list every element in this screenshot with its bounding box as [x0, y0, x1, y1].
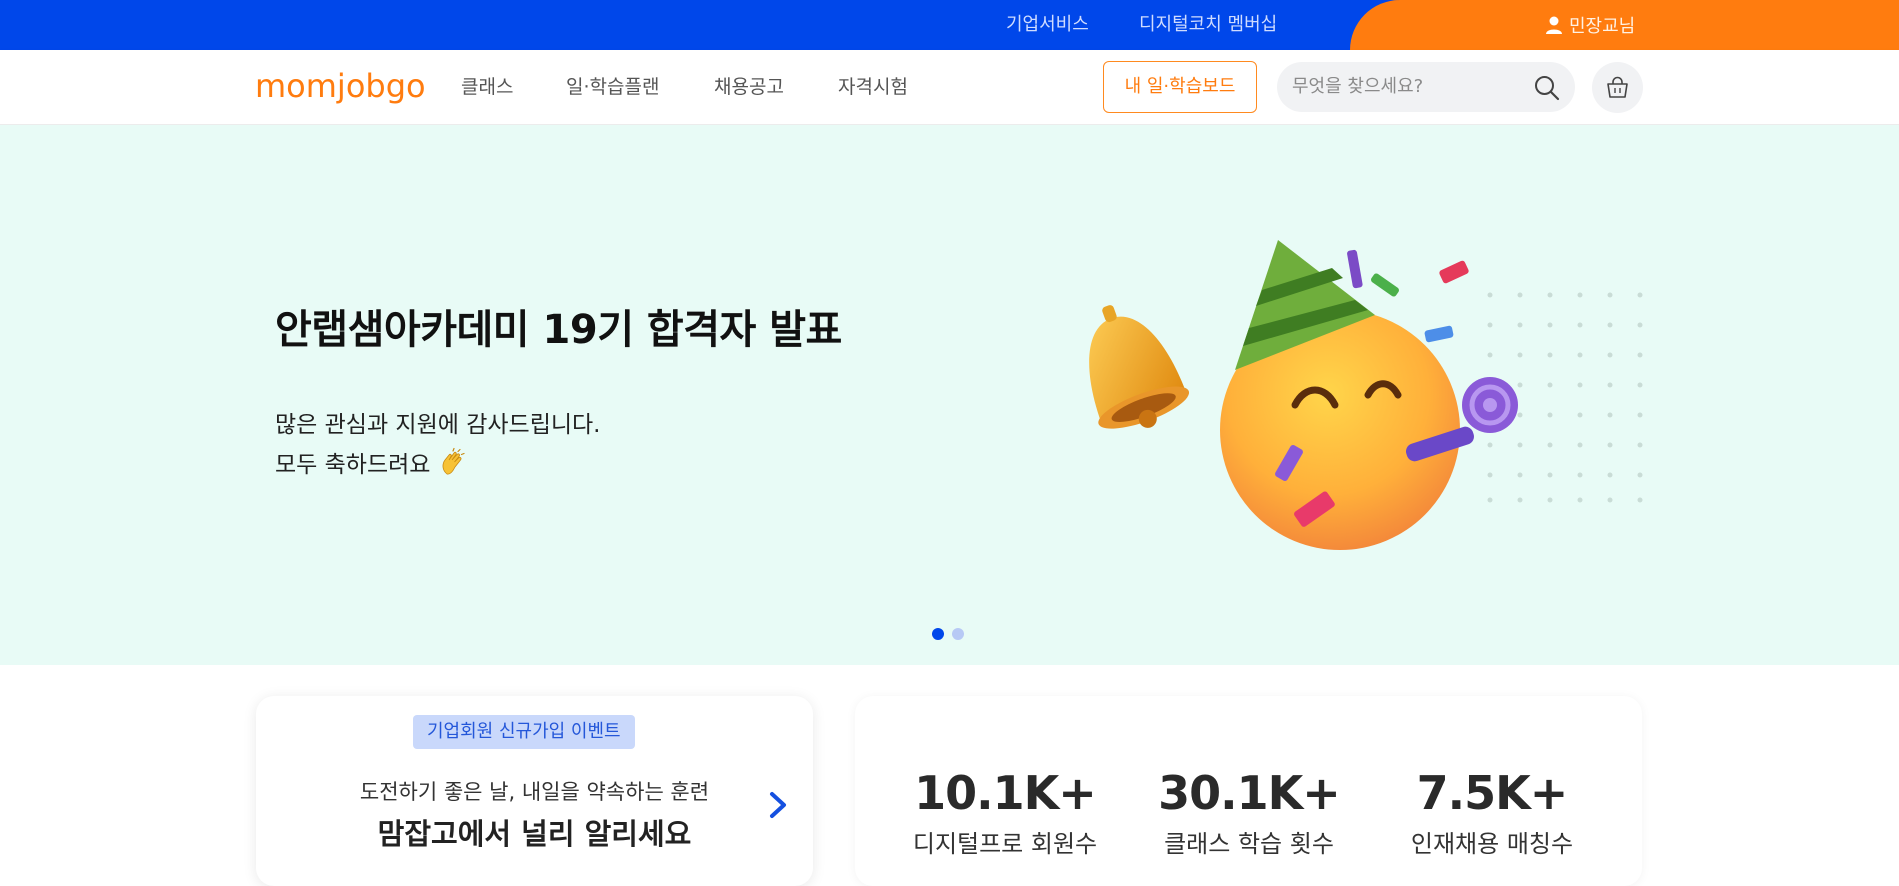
- carousel-dot-1[interactable]: [932, 628, 944, 640]
- basket-icon: [1607, 76, 1628, 98]
- enterprise-service-link[interactable]: 기업서비스: [1006, 0, 1089, 50]
- event-card[interactable]: 기업회원 신규가입 이벤트 도전하기 좋은 날, 내일을 약속하는 훈련 맘잡고…: [256, 696, 813, 886]
- my-board-button[interactable]: 내 일·학습보드: [1103, 61, 1257, 113]
- momjobgo-logo[interactable]: momjobgo: [255, 64, 433, 108]
- search-icon[interactable]: [1533, 74, 1561, 102]
- stat-label: 인재채용 매칭수: [1410, 830, 1574, 858]
- stat-value: 7.5K+: [1416, 766, 1569, 820]
- search-placeholder[interactable]: 무엇을 찾으세요?: [1292, 62, 1423, 112]
- user-menu[interactable]: 민장교님: [1545, 0, 1635, 50]
- stat-label: 디지털프로 회원수: [912, 830, 1098, 858]
- nav-class[interactable]: 클래스: [461, 50, 513, 124]
- nav-certification[interactable]: 자격시험: [838, 50, 908, 124]
- stat-digital-pro-members: 10.1K+ 디지털프로 회원수: [895, 766, 1115, 859]
- hero-congrats-line: 모두 축하드려요: [275, 445, 468, 479]
- search-box[interactable]: 무엇을 찾으세요?: [1277, 62, 1575, 112]
- hero-banner[interactable]: 안랩샘아카데미 19기 합격자 발표 많은 관심과 지원에 감사드립니다. 모두…: [0, 125, 1899, 665]
- user-name: 민장교님: [1569, 16, 1636, 37]
- hero-title: 안랩샘아카데미 19기 합격자 발표: [275, 307, 842, 353]
- event-subtitle: 도전하기 좋은 날, 내일을 약속하는 훈련: [359, 780, 710, 804]
- party-face-icon: [1089, 240, 1518, 550]
- chevron-right-icon[interactable]: [766, 789, 790, 821]
- carousel-dot-2[interactable]: [952, 628, 964, 640]
- nav-job-postings[interactable]: 채용공고: [714, 50, 784, 124]
- hero-congrats-text: 모두 축하드려요: [275, 452, 431, 478]
- stat-label: 클래스 학습 횟수: [1164, 830, 1334, 858]
- carousel-pager: [932, 628, 964, 640]
- hero-thanks-text: 많은 관심과 지원에 감사드립니다.: [275, 412, 601, 438]
- user-icon: [1546, 16, 1562, 34]
- svg-text:momjobgo: momjobgo: [255, 67, 426, 105]
- stat-value: 30.1K+: [1158, 766, 1341, 820]
- digital-coach-membership-link[interactable]: 디지털코치 멤버십: [1139, 0, 1277, 50]
- event-badge: 기업회원 신규가입 이벤트: [413, 715, 635, 749]
- stat-value: 10.1K+: [914, 766, 1097, 820]
- basket-button[interactable]: [1592, 62, 1643, 113]
- nav-work-study-plan[interactable]: 일·학습플랜: [566, 50, 659, 124]
- top-utility-bar: 기업서비스 디지털코치 멤버십 민장교님: [0, 0, 1899, 50]
- stats-card: 10.1K+ 디지털프로 회원수 30.1K+ 클래스 학습 횟수 7.5K+ …: [855, 696, 1642, 886]
- stat-hiring-matches: 7.5K+ 인재채용 매칭수: [1382, 766, 1602, 859]
- clapping-hands-icon: [443, 447, 466, 475]
- event-title: 맘잡고에서 널리 알리세요: [377, 817, 692, 851]
- bell-icon: [1089, 305, 1190, 429]
- stat-class-learning-count: 30.1K+ 클래스 학습 횟수: [1139, 766, 1359, 859]
- main-header: momjobgo 클래스 일·학습플랜 채용공고 자격시험 내 일·학습보드 무…: [0, 50, 1899, 125]
